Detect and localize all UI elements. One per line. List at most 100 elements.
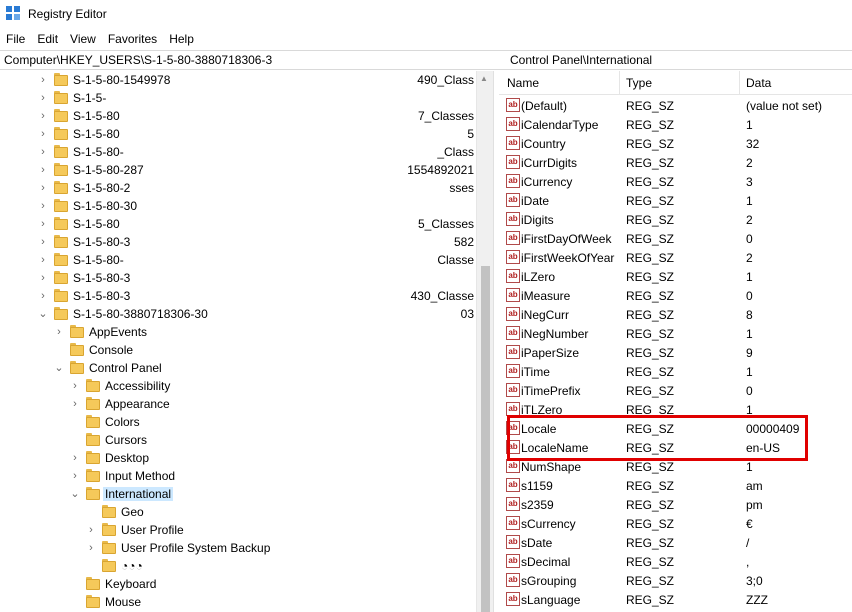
tree-item-label: User Profile System Backup: [121, 541, 271, 555]
tree-item[interactable]: › S-1-5-80 7_Classes: [0, 107, 476, 125]
value-row[interactable]: ab sLanguage REG_SZ ZZZ: [499, 590, 852, 609]
scrollbar-thumb[interactable]: [481, 266, 490, 612]
chevron-right-icon[interactable]: ›: [86, 542, 96, 554]
column-type-header[interactable]: Type: [626, 76, 652, 90]
value-row[interactable]: ab iNegCurr REG_SZ 8: [499, 305, 852, 324]
tree-item[interactable]: Console: [0, 341, 476, 359]
chevron-right-icon[interactable]: ›: [70, 398, 80, 410]
chevron-down-icon[interactable]: ⌄: [38, 308, 48, 320]
menu-edit[interactable]: Edit: [31, 29, 64, 49]
tree-item[interactable]: › S-1-5-80 5_Classes: [0, 215, 476, 233]
column-divider[interactable]: [739, 71, 740, 95]
tree-item[interactable]: ◔◔◔: [0, 557, 476, 575]
tree-item[interactable]: ⌄ International: [0, 485, 476, 503]
key-tree[interactable]: › S-1-5-80-1549978 490_Class › S-1-5- › S-1-5-…: [0, 71, 476, 612]
tree-item[interactable]: Cursors: [0, 431, 476, 449]
value-row[interactable]: ab sCurrency REG_SZ €: [499, 514, 852, 533]
chevron-right-icon[interactable]: ›: [38, 218, 48, 230]
chevron-right-icon[interactable]: ›: [86, 524, 96, 536]
value-row[interactable]: ab iTimePrefix REG_SZ 0: [499, 381, 852, 400]
tree-item[interactable]: › S-1-5-80 5: [0, 125, 476, 143]
value-row[interactable]: ab s1159 REG_SZ am: [499, 476, 852, 495]
tree-item[interactable]: Keyboard: [0, 575, 476, 593]
tree-item[interactable]: › S-1-5-80- _Class: [0, 143, 476, 161]
chevron-right-icon[interactable]: ›: [38, 236, 48, 248]
tree-item[interactable]: Mouse: [0, 593, 476, 611]
tree-item[interactable]: ⌄ S-1-5-80-3880718306-30 03: [0, 305, 476, 323]
chevron-right-icon[interactable]: ›: [38, 146, 48, 158]
tree-item-label-suffix: Classe: [437, 253, 474, 267]
chevron-right-icon[interactable]: ›: [38, 272, 48, 284]
value-row[interactable]: ab iCalendarType REG_SZ 1: [499, 115, 852, 134]
value-type: REG_SZ: [626, 365, 675, 379]
value-row[interactable]: ab iCurrDigits REG_SZ 2: [499, 153, 852, 172]
tree-item[interactable]: › S-1-5-80-287 1554892021: [0, 161, 476, 179]
tree-item[interactable]: › S-1-5-80-2 sses: [0, 179, 476, 197]
folder-icon: [54, 271, 68, 285]
tree-item[interactable]: › User Profile: [0, 521, 476, 539]
column-data-header[interactable]: Data: [746, 76, 771, 90]
chevron-right-icon[interactable]: ›: [38, 92, 48, 104]
tree-item[interactable]: › Accessibility: [0, 377, 476, 395]
menu-favorites[interactable]: Favorites: [102, 29, 163, 49]
chevron-right-icon[interactable]: ›: [38, 128, 48, 140]
folder-icon: [86, 415, 100, 429]
chevron-right-icon[interactable]: ›: [38, 254, 48, 266]
value-row[interactable]: ab iNegNumber REG_SZ 1: [499, 324, 852, 343]
tree-item[interactable]: › Input Method: [0, 467, 476, 485]
tree-scrollbar[interactable]: ▲: [476, 71, 493, 612]
value-row[interactable]: ab sDate REG_SZ /: [499, 533, 852, 552]
column-name-header[interactable]: Name: [507, 76, 539, 90]
value-row[interactable]: ab iDate REG_SZ 1: [499, 191, 852, 210]
menu-view[interactable]: View: [64, 29, 102, 49]
tree-item[interactable]: › S-1-5-80-3 430_Classe: [0, 287, 476, 305]
address-bar[interactable]: Computer\HKEY_USERS\S-1-5-80-3880718306-…: [0, 50, 852, 70]
tree-item[interactable]: › S-1-5-80-3: [0, 269, 476, 287]
tree-item[interactable]: › User Profile System Backup: [0, 539, 476, 557]
chevron-down-icon[interactable]: ⌄: [70, 488, 80, 500]
value-row[interactable]: ab iFirstDayOfWeek REG_SZ 0: [499, 229, 852, 248]
value-row[interactable]: ab sDecimal REG_SZ,: [499, 552, 852, 571]
chevron-down-icon[interactable]: ⌄: [54, 362, 64, 374]
menu-file[interactable]: File: [0, 29, 31, 49]
value-row[interactable]: ab iCountry REG_SZ 32: [499, 134, 852, 153]
value-row[interactable]: ab iTime REG_SZ 1: [499, 362, 852, 381]
chevron-right-icon[interactable]: ›: [70, 452, 80, 464]
scroll-up-icon[interactable]: ▲: [480, 74, 488, 83]
tree-item[interactable]: › S-1-5-80-30: [0, 197, 476, 215]
tree-item[interactable]: › AppEvents: [0, 323, 476, 341]
value-row[interactable]: ab (Default) REG_SZ (value not set): [499, 96, 852, 115]
tree-item[interactable]: ⌄ Control Panel: [0, 359, 476, 377]
value-row[interactable]: ab iMeasure REG_SZ 0: [499, 286, 852, 305]
chevron-right-icon[interactable]: ›: [38, 182, 48, 194]
value-row[interactable]: ab sGrouping REG_SZ 3;0: [499, 571, 852, 590]
tree-item[interactable]: › S-1-5-80-1549978 490_Class: [0, 71, 476, 89]
chevron-right-icon[interactable]: ›: [38, 290, 48, 302]
tree-item[interactable]: › S-1-5-80- Classe: [0, 251, 476, 269]
menu-help[interactable]: Help: [163, 29, 200, 49]
tree-item[interactable]: › Appearance: [0, 395, 476, 413]
value-row[interactable]: ab s2359 REG_SZ pm: [499, 495, 852, 514]
value-row[interactable]: ab iLZero REG_SZ 1: [499, 267, 852, 286]
chevron-right-icon[interactable]: ›: [70, 380, 80, 392]
tree-item[interactable]: › S-1-5-: [0, 89, 476, 107]
tree-item[interactable]: Geo: [0, 503, 476, 521]
tree-item[interactable]: Colors: [0, 413, 476, 431]
value-row[interactable]: ab iFirstWeekOfYear REG_SZ 2: [499, 248, 852, 267]
string-value-icon: ab: [506, 535, 520, 549]
value-list[interactable]: Name Type Data ab (Default) REG_SZ (value n…: [499, 71, 852, 612]
value-row[interactable]: ab iPaperSize REG_SZ 9: [499, 343, 852, 362]
value-name: sCurrency: [521, 517, 576, 531]
folder-icon: [70, 361, 84, 375]
value-row[interactable]: ab iDigits REG_SZ 2: [499, 210, 852, 229]
chevron-right-icon[interactable]: ›: [38, 164, 48, 176]
chevron-right-icon[interactable]: ›: [70, 470, 80, 482]
chevron-right-icon[interactable]: ›: [54, 326, 64, 338]
value-row[interactable]: ab iCurrency REG_SZ 3: [499, 172, 852, 191]
tree-item[interactable]: › S-1-5-80-3 582: [0, 233, 476, 251]
chevron-right-icon[interactable]: ›: [38, 110, 48, 122]
chevron-right-icon[interactable]: ›: [38, 200, 48, 212]
column-divider[interactable]: [619, 71, 620, 95]
chevron-right-icon[interactable]: ›: [38, 74, 48, 86]
tree-item[interactable]: › Desktop: [0, 449, 476, 467]
